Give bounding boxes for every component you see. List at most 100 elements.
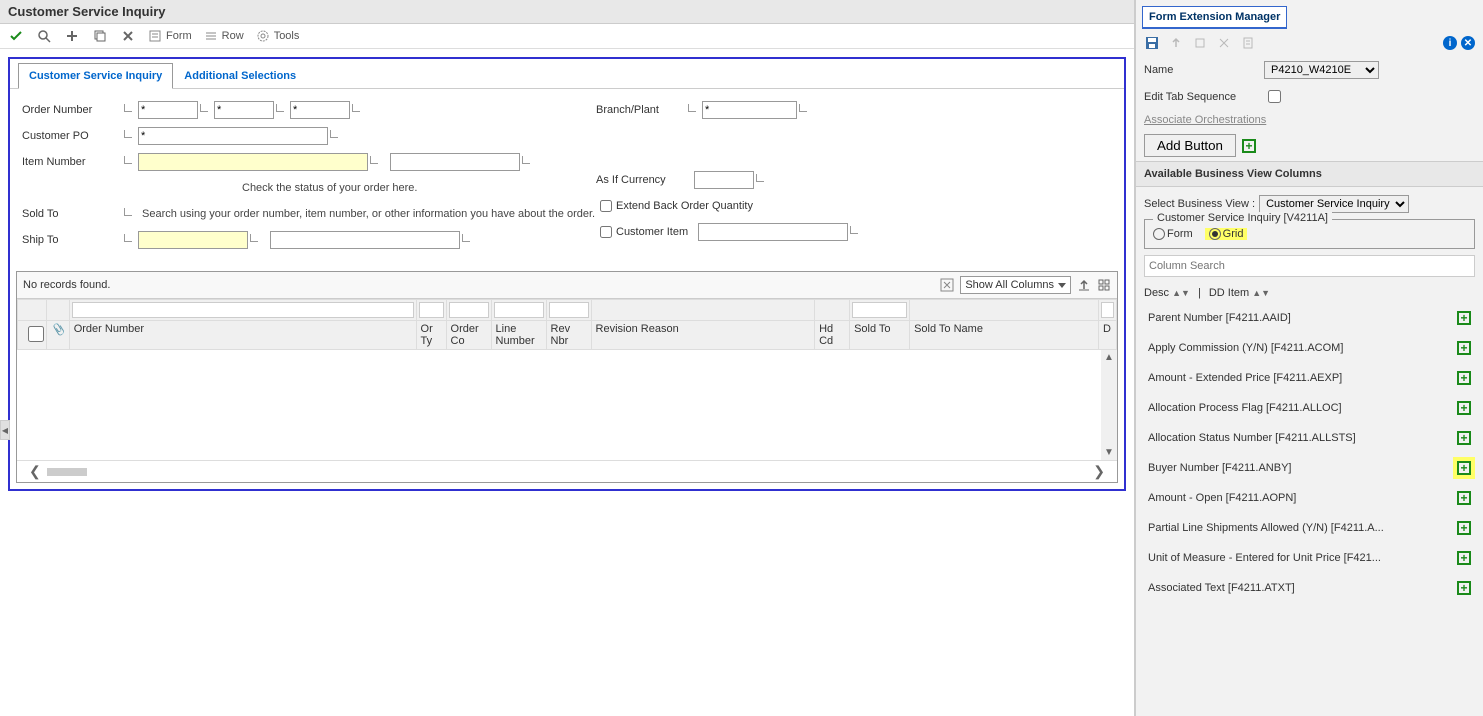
associate-orchestrations-link[interactable]: Associate Orchestrations	[1144, 114, 1266, 126]
customer-po-input[interactable]	[138, 127, 328, 145]
edit-tab-sequence-checkbox[interactable]	[1268, 90, 1281, 103]
sort-dd-item[interactable]: DD Item ▲▼	[1209, 287, 1270, 299]
visual-assist-icon[interactable]	[124, 104, 132, 112]
add-column-icon[interactable]: +	[1457, 581, 1471, 595]
scroll-left-icon[interactable]: ❮	[25, 463, 45, 480]
select-all-checkbox[interactable]	[26, 326, 46, 342]
add-button[interactable]: Add Button	[1144, 134, 1236, 157]
filter-order-number[interactable]	[72, 302, 414, 318]
collapse-sidebar-handle[interactable]: ◀	[0, 420, 10, 440]
order-number-input-1[interactable]	[138, 101, 198, 119]
as-if-currency-input[interactable]	[694, 171, 754, 189]
visual-assist-icon[interactable]	[330, 130, 338, 138]
add-column-icon[interactable]: +	[1457, 521, 1471, 535]
add-column-icon[interactable]: +	[1457, 491, 1471, 505]
ok-icon[interactable]	[8, 28, 24, 44]
customize-grid-icon[interactable]	[940, 278, 954, 292]
col-or-ty[interactable]: Or Ty	[416, 321, 446, 350]
item-number-input[interactable]	[138, 153, 368, 171]
ship-to-input-2[interactable]	[270, 231, 460, 249]
scroll-thumb[interactable]	[47, 468, 87, 476]
row-menu[interactable]: Row	[204, 29, 244, 43]
visual-assist-icon[interactable]	[688, 104, 696, 112]
visual-assist-icon[interactable]	[462, 234, 470, 242]
sort-desc[interactable]: Desc ▲▼	[1144, 287, 1190, 299]
col-revision-reason[interactable]: Revision Reason	[591, 321, 815, 350]
filter-sold-to[interactable]	[852, 302, 907, 318]
reserve-icon[interactable]	[1192, 35, 1208, 51]
order-number-input-3[interactable]	[290, 101, 350, 119]
copy-icon[interactable]	[92, 28, 108, 44]
col-line-number[interactable]: Line Number	[491, 321, 546, 350]
delete-icon[interactable]	[120, 28, 136, 44]
add-column-icon[interactable]: +	[1457, 371, 1471, 385]
branch-plant-input[interactable]	[702, 101, 797, 119]
extend-backorder-checkbox[interactable]	[600, 200, 612, 212]
visual-assist-icon[interactable]	[124, 156, 132, 164]
visual-assist-icon[interactable]	[352, 104, 360, 112]
save-icon[interactable]	[1144, 35, 1160, 51]
col-order-number[interactable]: Order Number	[69, 321, 416, 350]
revert-icon[interactable]	[1216, 35, 1232, 51]
ship-to-input[interactable]	[138, 231, 248, 249]
add-column-icon[interactable]: +	[1457, 461, 1471, 475]
column-search-input[interactable]	[1144, 255, 1475, 277]
name-select[interactable]: P4210_W4210E	[1264, 61, 1379, 79]
visual-assist-icon[interactable]	[522, 156, 530, 164]
attachment-icon[interactable]: 📎	[51, 324, 65, 336]
item-number-input-2[interactable]	[390, 153, 520, 171]
filter-order-co[interactable]	[449, 302, 489, 318]
col-sold-to[interactable]: Sold To	[850, 321, 910, 350]
business-view-select[interactable]: Customer Service Inquiry	[1259, 195, 1409, 213]
col-hd-cd[interactable]: Hd Cd	[815, 321, 850, 350]
tab-additional-selections[interactable]: Additional Selections	[173, 63, 307, 88]
form-menu[interactable]: Form	[148, 29, 192, 43]
show-columns-dropdown[interactable]: Show All Columns	[960, 276, 1071, 294]
customer-item-input[interactable]	[698, 223, 848, 241]
filter-rev-nbr[interactable]	[549, 302, 589, 318]
visual-assist-icon[interactable]	[370, 156, 378, 164]
visual-assist-icon[interactable]	[250, 234, 258, 242]
close-icon[interactable]: ✕	[1461, 36, 1475, 50]
add-column-icon[interactable]: +	[1457, 311, 1471, 325]
order-number-input-2[interactable]	[214, 101, 274, 119]
add-column-icon[interactable]: +	[1457, 551, 1471, 565]
visual-assist-icon[interactable]	[124, 208, 132, 216]
add-icon[interactable]	[64, 28, 80, 44]
visual-assist-icon[interactable]	[124, 130, 132, 138]
add-column-icon[interactable]: +	[1457, 431, 1471, 445]
horizontal-scrollbar[interactable]: ❮ ❯	[17, 460, 1117, 482]
col-sold-to-name[interactable]: Sold To Name	[910, 321, 1099, 350]
filter-d[interactable]	[1101, 302, 1114, 318]
maximize-grid-icon[interactable]	[1097, 278, 1111, 292]
tools-menu[interactable]: Tools	[256, 29, 300, 43]
notes-icon[interactable]	[1240, 35, 1256, 51]
visual-assist-icon[interactable]	[200, 104, 208, 112]
scroll-up-icon[interactable]: ▲	[1102, 350, 1116, 365]
radio-grid[interactable]: Grid	[1205, 228, 1248, 240]
tab-customer-service-inquiry[interactable]: Customer Service Inquiry	[18, 63, 173, 89]
label-sold-to: Sold To	[22, 208, 122, 220]
add-column-icon[interactable]: +	[1457, 401, 1471, 415]
info-icon[interactable]: i	[1443, 36, 1457, 50]
col-order-co[interactable]: Order Co	[446, 321, 491, 350]
customer-item-checkbox[interactable]	[600, 226, 612, 238]
visual-assist-icon[interactable]	[850, 226, 858, 234]
search-icon[interactable]	[36, 28, 52, 44]
export-icon[interactable]	[1077, 278, 1091, 292]
col-d[interactable]: D	[1099, 321, 1117, 350]
radio-form[interactable]: Form	[1153, 228, 1193, 240]
visual-assist-icon[interactable]	[756, 174, 764, 182]
visual-assist-icon[interactable]	[276, 104, 284, 112]
col-rev-nbr[interactable]: Rev Nbr	[546, 321, 591, 350]
filter-or-ty[interactable]	[419, 302, 444, 318]
scroll-right-icon[interactable]: ❯	[1089, 463, 1109, 480]
filter-line-number[interactable]	[494, 302, 544, 318]
visual-assist-icon[interactable]	[124, 234, 132, 242]
visual-assist-icon[interactable]	[799, 104, 807, 112]
add-column-icon[interactable]: +	[1457, 341, 1471, 355]
add-button-plus-icon[interactable]: +	[1242, 139, 1256, 153]
scroll-down-icon[interactable]: ▼	[1102, 445, 1116, 460]
share-icon[interactable]	[1168, 35, 1184, 51]
vertical-scrollbar[interactable]: ▲ ▼	[1101, 350, 1117, 460]
